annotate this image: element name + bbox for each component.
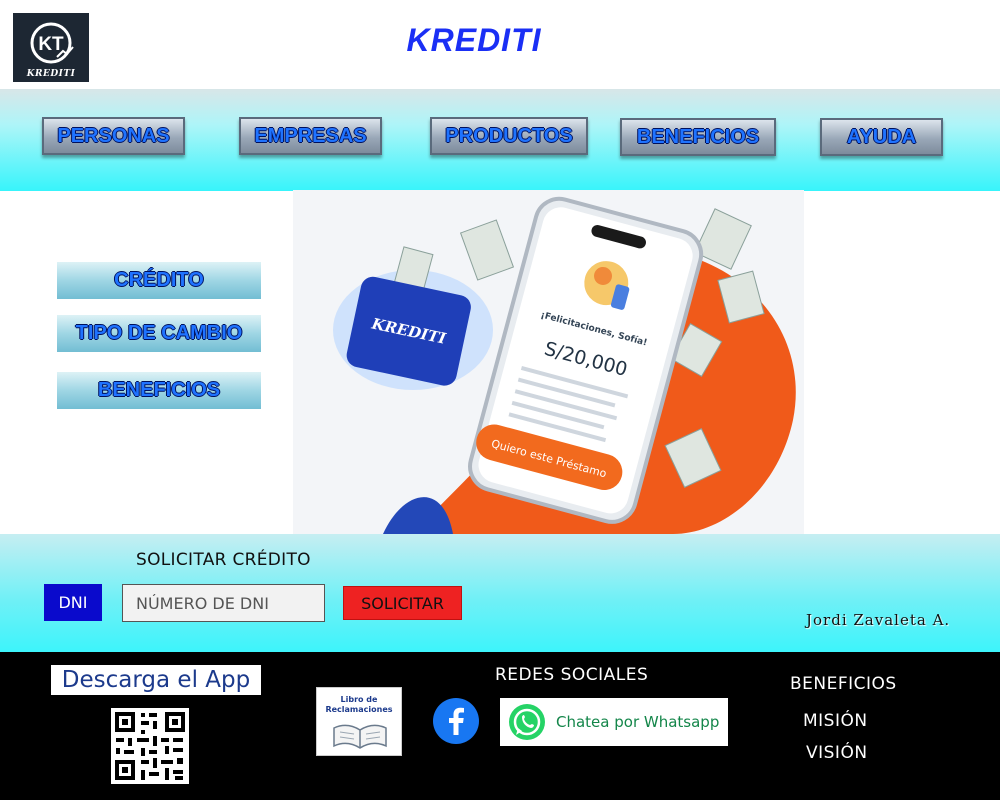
libro-line-1: Libro de: [340, 695, 378, 704]
footer-link-beneficios[interactable]: BENEFICIOS: [790, 674, 897, 694]
dni-label: DNI: [44, 584, 102, 621]
main-nav: PERSONAS EMPRESAS PRODUCTOS BENEFICIOS A…: [0, 89, 1000, 191]
logo-text: KREDITI: [26, 69, 76, 79]
side-beneficios-button[interactable]: BENEFICIOS: [57, 372, 261, 409]
side-tipo-de-cambio-button[interactable]: TIPO DE CAMBIO: [57, 315, 261, 352]
author-credit: Jordi Zavaleta A.: [806, 611, 951, 629]
footer: Descarga el App Libro de Reclamaciones R…: [0, 652, 1000, 800]
brand-logo[interactable]: KT KREDITI: [13, 13, 89, 82]
qr-code-icon[interactable]: [111, 708, 189, 784]
footer-link-vision[interactable]: VISIÓN: [806, 743, 868, 763]
dni-input[interactable]: [122, 584, 325, 622]
solicitar-button[interactable]: SOLICITAR: [343, 586, 462, 620]
brand-title: KREDITI: [406, 22, 542, 58]
nav-beneficios-button[interactable]: BENEFICIOS: [620, 118, 776, 156]
libro-reclamaciones-label: Libro de Reclamaciones: [317, 695, 401, 715]
footer-link-mision[interactable]: MISIÓN: [803, 711, 868, 731]
credit-request-form: SOLICITAR CRÉDITO DNI SOLICITAR Jordi Za…: [0, 534, 1000, 652]
facebook-icon[interactable]: [433, 698, 479, 744]
social-title: REDES SOCIALES: [495, 665, 649, 685]
page: KT KREDITI KREDITI PERSONAS EMPRESAS PRO…: [0, 0, 1000, 800]
hero-banner: KREDITI ¡Felicitaciones, Sofía! S/20,000…: [293, 190, 804, 534]
nav-personas-button[interactable]: PERSONAS: [42, 117, 185, 155]
whatsapp-icon: [509, 704, 545, 740]
hero-blue-shape: [383, 497, 453, 534]
nav-ayuda-button[interactable]: AYUDA: [820, 118, 943, 156]
download-app-title[interactable]: Descarga el App: [51, 665, 261, 695]
side-credito-button[interactable]: CRÉDITO: [57, 262, 261, 299]
book-icon: [333, 724, 387, 749]
libro-line-2: Reclamaciones: [325, 705, 393, 714]
form-heading: SOLICITAR CRÉDITO: [136, 550, 311, 570]
logo-monogram: KT: [38, 34, 64, 55]
libro-reclamaciones-button[interactable]: Libro de Reclamaciones: [316, 687, 402, 756]
whatsapp-button[interactable]: Chatea por Whatsapp: [500, 698, 728, 746]
nav-empresas-button[interactable]: EMPRESAS: [239, 117, 382, 155]
nav-productos-button[interactable]: PRODUCTOS: [430, 117, 588, 155]
whatsapp-label: Chatea por Whatsapp: [556, 713, 720, 731]
